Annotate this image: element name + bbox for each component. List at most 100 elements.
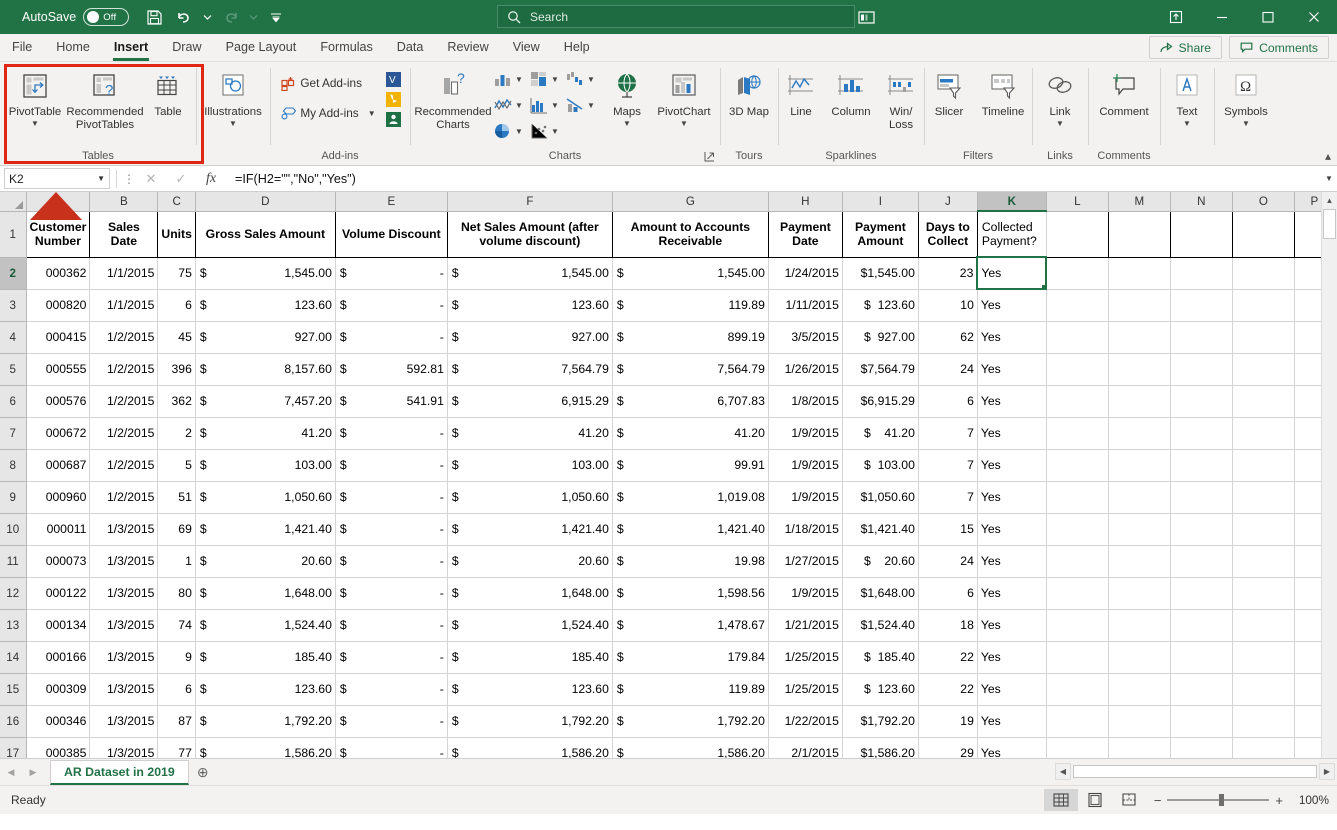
data-cell[interactable]: 1/21/2015: [768, 609, 843, 642]
data-cell[interactable]: 1/3/2015: [89, 641, 159, 674]
empty-cell[interactable]: [1046, 385, 1109, 418]
collected-payment-cell[interactable]: Yes: [977, 417, 1047, 450]
line-chart-dropdown-icon[interactable]: ▼: [515, 101, 523, 110]
empty-cell[interactable]: [1046, 449, 1109, 482]
column-header-d[interactable]: D: [195, 192, 336, 212]
data-cell[interactable]: $41.20: [612, 417, 769, 450]
tab-formulas[interactable]: Formulas: [308, 33, 384, 61]
data-cell[interactable]: 5: [157, 449, 196, 482]
recommended-charts-button[interactable]: ? Recommended Charts: [414, 66, 491, 131]
header-cell[interactable]: Payment Date: [768, 210, 843, 258]
empty-cell[interactable]: [1232, 705, 1295, 738]
zoom-knob[interactable]: [1219, 794, 1225, 806]
data-cell[interactable]: $1,648.00: [195, 577, 336, 610]
row-header-17[interactable]: 17: [0, 737, 27, 758]
data-cell[interactable]: 1/3/2015: [89, 673, 159, 706]
data-cell[interactable]: 1/9/2015: [768, 417, 843, 450]
zoom-in-button[interactable]: +: [1275, 793, 1283, 808]
data-cell[interactable]: 1/2/2015: [89, 481, 159, 514]
data-cell[interactable]: 51: [157, 481, 196, 514]
insert-function-icon[interactable]: fx: [196, 171, 226, 187]
empty-cell[interactable]: [1232, 545, 1295, 578]
data-cell[interactable]: 1/25/2015: [768, 641, 843, 674]
data-cell[interactable]: $1,648.00: [842, 577, 919, 610]
data-cell[interactable]: $1,421.40: [612, 513, 769, 546]
data-cell[interactable]: 000309: [26, 673, 91, 706]
statistic-chart-button[interactable]: ▼: [529, 96, 565, 114]
vertical-scrollbar[interactable]: ▲: [1321, 192, 1337, 758]
collected-payment-cell[interactable]: Yes: [977, 513, 1047, 546]
get-addins-button[interactable]: Get Add-ins: [278, 72, 378, 94]
column-chart-button[interactable]: ▼: [493, 70, 529, 88]
row-header-9[interactable]: 9: [0, 481, 27, 514]
collected-payment-cell[interactable]: Yes: [977, 289, 1047, 322]
row-header-2[interactable]: 2: [0, 257, 27, 290]
scroll-left-icon[interactable]: ◀: [1055, 762, 1071, 780]
data-cell[interactable]: 1/3/2015: [89, 577, 159, 610]
illustrations-dropdown-icon[interactable]: ▼: [229, 119, 237, 128]
data-cell[interactable]: $123.60: [195, 289, 336, 322]
row-header-15[interactable]: 15: [0, 673, 27, 706]
empty-cell[interactable]: [1046, 705, 1109, 738]
column-header-h[interactable]: H: [768, 192, 843, 212]
maximize-icon[interactable]: [1245, 0, 1291, 34]
data-cell[interactable]: 15: [918, 513, 978, 546]
new-comment-button[interactable]: Comment: [1092, 66, 1156, 119]
zoom-slider[interactable]: − +: [1154, 793, 1283, 808]
empty-cell[interactable]: [1232, 609, 1295, 642]
combo-chart-button[interactable]: ▼: [565, 96, 601, 114]
scroll-up-icon[interactable]: ▲: [1322, 192, 1337, 208]
empty-cell[interactable]: [1108, 737, 1171, 758]
data-cell[interactable]: $6,707.83: [612, 385, 769, 418]
data-cell[interactable]: 29: [918, 737, 978, 758]
empty-cell[interactable]: [1108, 545, 1171, 578]
column-header-i[interactable]: I: [842, 192, 919, 212]
column-header-j[interactable]: J: [918, 192, 978, 212]
page-break-preview-icon[interactable]: [1112, 789, 1146, 811]
data-cell[interactable]: 19: [918, 705, 978, 738]
data-cell[interactable]: $541.91: [335, 385, 448, 418]
tab-view[interactable]: View: [501, 33, 552, 61]
data-cell[interactable]: 000122: [26, 577, 91, 610]
data-cell[interactable]: 000134: [26, 609, 91, 642]
data-cell[interactable]: 1/3/2015: [89, 545, 159, 578]
data-cell[interactable]: 000960: [26, 481, 91, 514]
restore-down-icon[interactable]: [1153, 0, 1199, 34]
empty-cell[interactable]: [1232, 289, 1295, 322]
data-cell[interactable]: 000576: [26, 385, 91, 418]
empty-cell[interactable]: [1046, 289, 1109, 322]
charts-dialog-launcher-icon[interactable]: [704, 151, 717, 164]
data-cell[interactable]: $6,915.29: [447, 385, 613, 418]
data-cell[interactable]: $123.60: [195, 673, 336, 706]
tab-home[interactable]: Home: [44, 33, 102, 61]
empty-cell[interactable]: [1232, 257, 1295, 290]
data-cell[interactable]: 1/9/2015: [768, 449, 843, 482]
data-cell[interactable]: 1/3/2015: [89, 513, 159, 546]
data-cell[interactable]: 69: [157, 513, 196, 546]
data-cell[interactable]: $ -: [335, 577, 448, 610]
redo-icon[interactable]: [215, 3, 245, 31]
empty-cell[interactable]: [1232, 673, 1295, 706]
data-cell[interactable]: $ -: [335, 705, 448, 738]
pivottable-button[interactable]: PivotTable ▼: [4, 66, 66, 128]
autosave-switch[interactable]: Off: [83, 8, 130, 26]
3d-map-button[interactable]: 3D Map: [724, 66, 774, 119]
collected-payment-cell[interactable]: Yes: [977, 737, 1047, 758]
data-cell[interactable]: $1,524.40: [447, 609, 613, 642]
empty-cell[interactable]: [1170, 737, 1233, 758]
data-cell[interactable]: $8,157.60: [195, 353, 336, 386]
my-addins-dropdown-icon[interactable]: ▼: [368, 109, 376, 118]
share-button[interactable]: Share: [1148, 36, 1223, 59]
collected-payment-cell[interactable]: Yes: [977, 545, 1047, 578]
empty-cell[interactable]: [1108, 577, 1171, 610]
data-cell[interactable]: 18: [918, 609, 978, 642]
data-cell[interactable]: $ -: [335, 641, 448, 674]
empty-cell[interactable]: [1046, 737, 1109, 758]
bing-addin-icon[interactable]: [385, 91, 402, 108]
empty-cell[interactable]: [1108, 705, 1171, 738]
normal-view-icon[interactable]: [1043, 789, 1078, 811]
collected-payment-cell[interactable]: Yes: [977, 705, 1047, 738]
data-cell[interactable]: 87: [157, 705, 196, 738]
maps-button[interactable]: Maps ▼: [603, 66, 651, 128]
empty-cell[interactable]: [1170, 609, 1233, 642]
